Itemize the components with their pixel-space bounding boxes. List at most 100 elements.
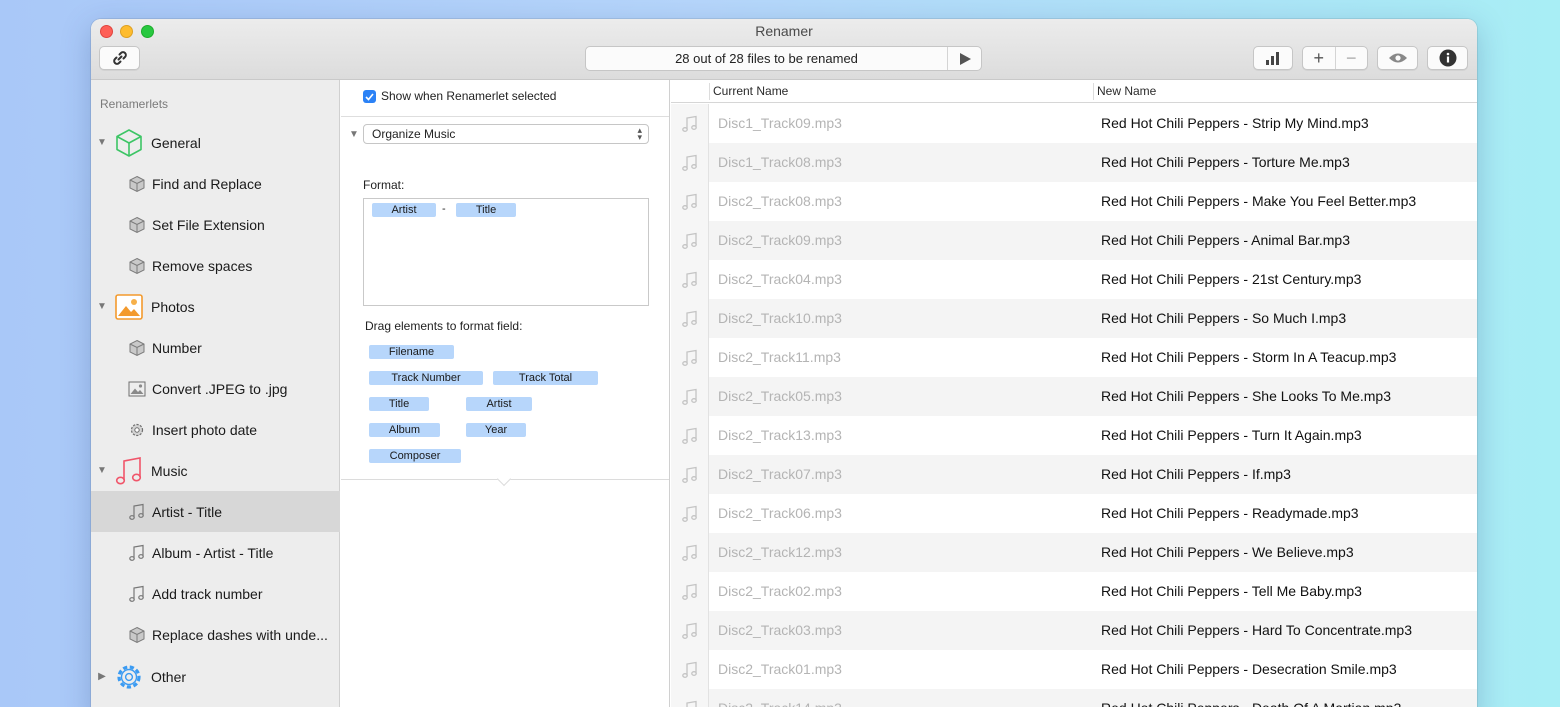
- current-name-cell: Disc2_Track01.mp3: [718, 661, 842, 677]
- format-token-artist[interactable]: Artist: [372, 203, 436, 217]
- sidebar-group-general[interactable]: ▼ General: [91, 122, 340, 163]
- table-header: Current Name New Name: [671, 80, 1477, 103]
- table-row[interactable]: Disc1_Track09.mp3 Red Hot Chili Peppers -…: [671, 104, 1477, 143]
- music-file-icon: [671, 611, 709, 650]
- sidebar-item-label: Number: [152, 339, 202, 356]
- table-row[interactable]: Disc2_Track06.mp3 Red Hot Chili Peppers -…: [671, 494, 1477, 533]
- renamer-window: Renamer 28 out of 28 files to be renamed: [91, 19, 1477, 707]
- table-row[interactable]: Disc2_Track12.mp3 Red Hot Chili Peppers -…: [671, 533, 1477, 572]
- column-divider[interactable]: [1093, 83, 1094, 100]
- element-artist[interactable]: Artist: [466, 397, 532, 411]
- table-row[interactable]: Disc2_Track02.mp3 Red Hot Chili Peppers -…: [671, 572, 1477, 611]
- show-when-selected-row: Show when Renamerlet selected: [341, 80, 669, 117]
- add-remove-segmented: + −: [1302, 46, 1368, 70]
- music-file-icon: [671, 455, 709, 494]
- table-row[interactable]: Disc2_Track11.mp3 Red Hot Chili Peppers -…: [671, 338, 1477, 377]
- add-button[interactable]: +: [1303, 47, 1336, 69]
- music-file-icon: [671, 182, 709, 221]
- sidebar-item-label: Replace dashes with unde...: [152, 626, 328, 643]
- column-header-new-name[interactable]: New Name: [1097, 84, 1156, 98]
- gear-icon: [127, 420, 147, 440]
- table-row[interactable]: Disc2_Track13.mp3 Red Hot Chili Peppers -…: [671, 416, 1477, 455]
- new-name-cell: Red Hot Chili Peppers - 21st Century.mp3: [1101, 271, 1362, 287]
- element-album[interactable]: Album: [369, 423, 440, 437]
- sidebar-item-set-file-extension[interactable]: Set File Extension: [91, 204, 340, 245]
- new-name-cell: Red Hot Chili Peppers - She Looks To Me.…: [1101, 388, 1391, 404]
- current-name-cell: Disc2_Track14.mp3: [718, 700, 842, 707]
- column-divider: [709, 83, 710, 100]
- sidebar-item-number[interactable]: Number: [91, 327, 340, 368]
- renamerlets-sidebar: Renamerlets ▼ General Find and Replace S…: [91, 80, 340, 707]
- sidebar-item-label: Remove spaces: [152, 257, 253, 274]
- new-name-cell: Red Hot Chili Peppers - Turn It Again.mp…: [1101, 427, 1362, 443]
- sidebar-item-label: Convert .JPEG to .jpg: [152, 380, 288, 397]
- sidebar-item-artist-title[interactable]: Artist - Title: [91, 491, 340, 532]
- table-row[interactable]: Disc2_Track09.mp3 Red Hot Chili Peppers -…: [671, 221, 1477, 260]
- current-name-cell: Disc2_Track13.mp3: [718, 427, 842, 443]
- sidebar-group-music[interactable]: ▼ Music: [91, 450, 340, 491]
- sidebar-item-add-track-number[interactable]: Add track number: [91, 573, 340, 614]
- preview-button[interactable]: [1377, 46, 1418, 70]
- element-composer[interactable]: Composer: [369, 449, 461, 463]
- new-name-cell: Red Hot Chili Peppers - If.mp3: [1101, 466, 1291, 482]
- table-row[interactable]: Disc2_Track08.mp3 Red Hot Chili Peppers -…: [671, 182, 1477, 221]
- table-row[interactable]: Disc2_Track14.mp3 Red Hot Chili Peppers -…: [671, 689, 1477, 707]
- new-name-cell: Red Hot Chili Peppers - Make You Feel Be…: [1101, 193, 1417, 209]
- sidebar-group-label: Photos: [151, 298, 195, 315]
- table-row[interactable]: Disc2_Track10.mp3 Red Hot Chili Peppers -…: [671, 299, 1477, 338]
- sidebar-item-label: Find and Replace: [152, 175, 262, 192]
- sidebar-item-replace-dashes[interactable]: Replace dashes with unde...: [91, 614, 340, 655]
- rename-run-button[interactable]: [947, 47, 981, 70]
- column-header-current-name[interactable]: Current Name: [713, 84, 788, 98]
- box-icon: [127, 625, 147, 645]
- box-icon: [127, 338, 147, 358]
- music-file-icon: [671, 572, 709, 611]
- info-button[interactable]: [1427, 46, 1468, 70]
- remove-button[interactable]: −: [1336, 47, 1368, 69]
- music-file-icon: [671, 338, 709, 377]
- music-file-icon: [671, 377, 709, 416]
- disclosure-expanded-icon[interactable]: ▼: [91, 301, 113, 312]
- element-track-number[interactable]: Track Number: [369, 371, 483, 385]
- table-row[interactable]: Disc2_Track04.mp3 Red Hot Chili Peppers -…: [671, 260, 1477, 299]
- box-icon: [127, 215, 147, 235]
- sidebar-item-convert-jpeg[interactable]: Convert .JPEG to .jpg: [91, 368, 340, 409]
- disclosure-expanded-icon[interactable]: ▼: [91, 465, 113, 476]
- disclosure-expanded-icon[interactable]: ▼: [91, 137, 113, 148]
- table-row[interactable]: Disc2_Track05.mp3 Red Hot Chili Peppers -…: [671, 377, 1477, 416]
- disclosure-expanded-icon[interactable]: ▼: [349, 129, 359, 140]
- show-when-selected-checkbox[interactable]: [363, 90, 376, 103]
- sidebar-group-photos[interactable]: ▼ Photos: [91, 286, 340, 327]
- table-row[interactable]: Disc1_Track08.mp3 Red Hot Chili Peppers -…: [671, 143, 1477, 182]
- image-icon: [127, 379, 147, 399]
- current-name-cell: Disc2_Track11.mp3: [718, 349, 841, 365]
- element-filename[interactable]: Filename: [369, 345, 454, 359]
- sidebar-item-insert-photo-date[interactable]: Insert photo date: [91, 409, 340, 450]
- element-title[interactable]: Title: [369, 397, 429, 411]
- sidebar-item-label: Add track number: [152, 585, 263, 602]
- sidebar-item-remove-spaces[interactable]: Remove spaces: [91, 245, 340, 286]
- statistics-button[interactable]: [1253, 46, 1293, 70]
- new-name-cell: Red Hot Chili Peppers - Strip My Mind.mp…: [1101, 115, 1369, 131]
- format-field[interactable]: Artist - Title: [363, 198, 649, 306]
- link-button[interactable]: [99, 46, 140, 70]
- table-row[interactable]: Disc2_Track07.mp3 Red Hot Chili Peppers -…: [671, 455, 1477, 494]
- table-row[interactable]: Disc2_Track03.mp3 Red Hot Chili Peppers -…: [671, 611, 1477, 650]
- format-token-title[interactable]: Title: [456, 203, 516, 217]
- new-name-cell: Red Hot Chili Peppers - Desecration Smil…: [1101, 661, 1397, 677]
- rename-status-bar: 28 out of 28 files to be renamed: [585, 46, 982, 71]
- table-row[interactable]: Disc2_Track01.mp3 Red Hot Chili Peppers -…: [671, 650, 1477, 689]
- sidebar-item-find-and-replace[interactable]: Find and Replace: [91, 163, 340, 204]
- sidebar-group-other[interactable]: ▶ Other: [91, 656, 340, 697]
- checkmark-icon: [365, 92, 374, 101]
- element-track-total[interactable]: Track Total: [493, 371, 598, 385]
- sidebar-item-album-artist-title[interactable]: Album - Artist - Title: [91, 532, 340, 573]
- element-year[interactable]: Year: [466, 423, 526, 437]
- music-file-icon: [671, 416, 709, 455]
- preset-popup[interactable]: Organize Music ▴ ▾: [363, 124, 649, 144]
- current-name-cell: Disc2_Track10.mp3: [718, 310, 842, 326]
- preset-value: Organize Music: [372, 127, 456, 141]
- current-name-cell: Disc2_Track08.mp3: [718, 193, 842, 209]
- renamerlet-settings-panel: Show when Renamerlet selected ▼ Organize…: [341, 80, 670, 707]
- disclosure-collapsed-icon[interactable]: ▶: [91, 671, 113, 682]
